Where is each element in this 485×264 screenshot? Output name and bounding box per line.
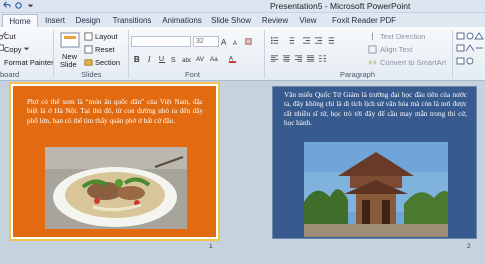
slide-1-number: 1 xyxy=(209,243,213,250)
group-divider xyxy=(53,30,54,78)
grow-font-icon[interactable]: A xyxy=(221,37,230,46)
smartart-icon xyxy=(368,60,377,65)
new-slide-button-label[interactable]: Slide xyxy=(60,60,77,69)
svg-text:abc: abc xyxy=(182,57,191,63)
bold-icon[interactable]: B xyxy=(133,54,142,63)
section-button[interactable]: Section xyxy=(95,58,120,67)
pho-image xyxy=(45,147,187,229)
tab-animations[interactable]: Animations xyxy=(160,14,204,27)
slide-2-text: Văn miếu Quốc Tử Giám là trường đại học … xyxy=(284,91,467,128)
numbering-icon[interactable] xyxy=(286,36,295,45)
title-bar: Presentation5 - Microsoft PowerPoint xyxy=(0,0,485,13)
tab-review[interactable]: Review xyxy=(260,14,290,27)
tab-transitions[interactable]: Transitions xyxy=(110,14,154,27)
group-divider xyxy=(264,30,265,78)
font-color-icon[interactable]: A xyxy=(228,54,237,63)
group-divider xyxy=(452,30,453,78)
format-painter-button[interactable]: Format Painter xyxy=(4,58,54,67)
layout-button[interactable]: Layout xyxy=(95,32,118,41)
cut-button[interactable]: Cut xyxy=(4,32,16,41)
copy-button[interactable]: Copy xyxy=(4,45,22,54)
font-group-label: Font xyxy=(185,70,201,79)
svg-text:Aa: Aa xyxy=(210,56,218,63)
clear-formatting-icon[interactable] xyxy=(244,37,253,46)
svg-text:S: S xyxy=(171,55,176,63)
svg-text:U: U xyxy=(159,54,164,63)
font-size-box[interactable]: 32 xyxy=(193,36,219,47)
temple-image xyxy=(304,142,448,237)
slides-group-label: Slides xyxy=(81,70,102,79)
tab-design[interactable]: Design xyxy=(72,14,104,27)
section-icon xyxy=(84,59,93,66)
tab-view[interactable]: View xyxy=(296,14,320,27)
svg-text:A: A xyxy=(233,40,238,46)
increase-indent-icon[interactable] xyxy=(314,36,323,45)
tab-slide-show[interactable]: Slide Show xyxy=(210,14,252,27)
font-name-box[interactable] xyxy=(131,36,191,47)
shapes-gallery[interactable] xyxy=(456,31,484,69)
justify-icon[interactable] xyxy=(306,54,315,63)
group-divider xyxy=(128,30,129,78)
tab-home[interactable]: Home xyxy=(2,14,38,27)
undo-icon[interactable] xyxy=(2,1,11,10)
reset-button[interactable]: Reset xyxy=(95,45,115,54)
align-text-icon xyxy=(368,45,377,54)
clipboard-group-label: board xyxy=(0,70,20,79)
layout-icon xyxy=(84,32,93,41)
svg-text:B: B xyxy=(134,55,140,63)
window-title: Presentation5 - Microsoft PowerPoint xyxy=(270,1,411,11)
svg-text:I: I xyxy=(147,55,151,63)
align-left-icon[interactable] xyxy=(270,54,279,63)
tab-foxit-reader-pdf[interactable]: Foxit Reader PDF xyxy=(332,14,396,27)
align-center-icon[interactable] xyxy=(282,54,291,63)
underline-icon[interactable]: U xyxy=(158,54,167,63)
strikethrough-icon[interactable]: abc xyxy=(182,54,191,63)
shrink-font-icon[interactable]: A xyxy=(232,37,241,46)
text-direction-button[interactable]: Text Direction xyxy=(380,32,425,41)
character-spacing-icon[interactable]: AV xyxy=(196,54,205,63)
align-text-button[interactable]: Align Text xyxy=(380,45,412,54)
shadow-icon[interactable]: S xyxy=(170,54,179,63)
svg-text:AV: AV xyxy=(196,56,205,63)
chevron-down-icon[interactable] xyxy=(22,44,31,53)
reset-icon xyxy=(84,45,93,54)
slide-1-text: Phở có thể xem là “món ăn quốc dân” của … xyxy=(27,98,203,125)
slide-2-number: 2 xyxy=(467,243,471,250)
ribbon-tabs: Home Insert Design Transitions Animation… xyxy=(0,13,485,27)
ribbon: Cut Copy Format Painter board New Slide … xyxy=(0,27,485,81)
tab-insert[interactable]: Insert xyxy=(40,14,70,27)
slide-1-thumbnail[interactable]: Phở có thể xem là “món ăn quốc dân” của … xyxy=(13,86,216,237)
new-slide-icon[interactable] xyxy=(59,31,81,51)
italic-icon[interactable]: I xyxy=(146,54,155,63)
paragraph-group-label: Paragraph xyxy=(340,70,376,79)
redo-icon[interactable] xyxy=(14,1,23,10)
line-spacing-icon[interactable] xyxy=(326,36,335,45)
convert-to-smartart-button[interactable]: Convert to SmartArt xyxy=(380,58,446,67)
text-direction-icon xyxy=(372,32,373,41)
customize-qat-icon[interactable] xyxy=(26,1,35,10)
decrease-indent-icon[interactable] xyxy=(302,36,311,45)
slide-2-thumbnail[interactable]: Văn miếu Quốc Tử Giám là trường đại học … xyxy=(272,86,477,239)
columns-icon[interactable] xyxy=(318,54,327,63)
quick-access-toolbar xyxy=(2,1,35,10)
align-right-icon[interactable] xyxy=(294,54,303,63)
svg-text:A: A xyxy=(221,38,227,46)
change-case-icon[interactable]: Aa xyxy=(210,54,219,63)
bullets-icon[interactable] xyxy=(270,36,279,45)
